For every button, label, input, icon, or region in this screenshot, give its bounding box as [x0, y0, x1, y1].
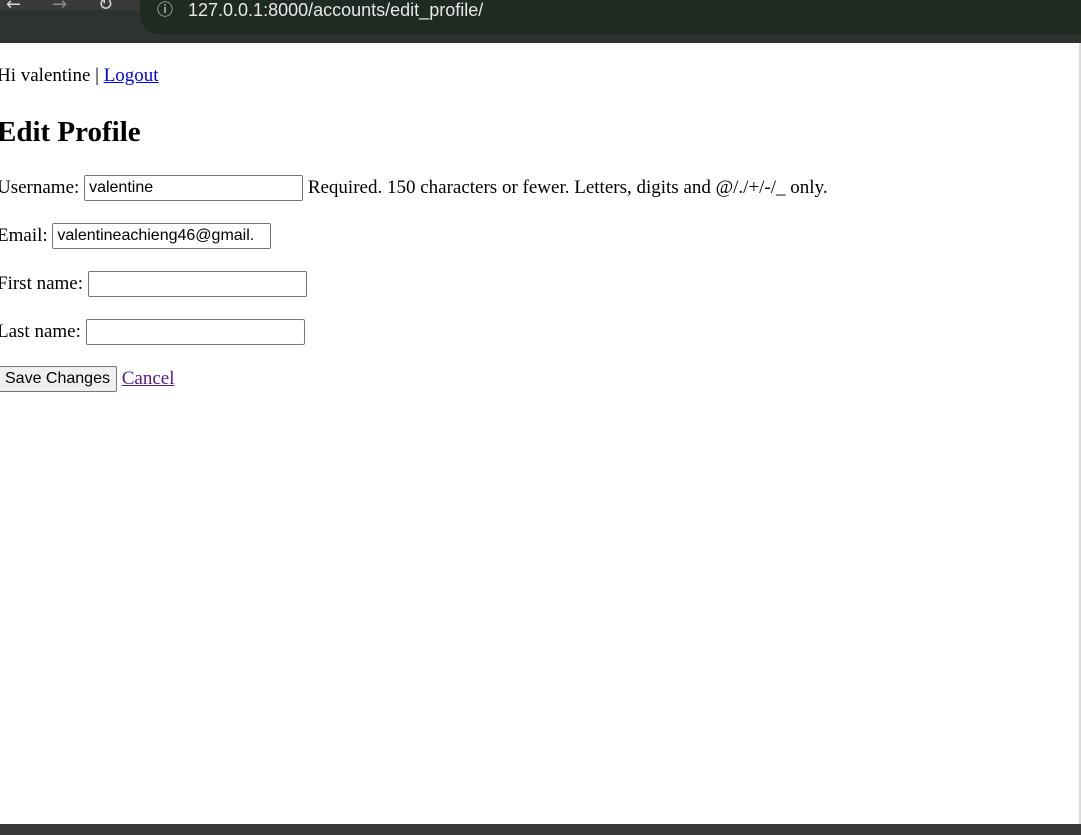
reload-icon[interactable]: ↻ [98, 0, 113, 16]
first-name-label: First name: [0, 273, 84, 294]
username-label: Username: [0, 177, 80, 198]
email-label: Email: [0, 225, 48, 246]
page-content: Hi valentine | Logout Edit Profile Usern… [0, 43, 1081, 824]
email-input[interactable] [52, 223, 272, 249]
email-row: Email: [0, 222, 272, 250]
address-bar[interactable]: ⓘ 127.0.0.1:8000/accounts/edit_profile/ [140, 0, 1081, 34]
username-row: Username: Required. 150 characters or fe… [0, 174, 828, 202]
site-info-icon[interactable]: ⓘ [154, 0, 176, 22]
back-icon[interactable]: ← [6, 0, 21, 16]
last-name-input[interactable] [85, 319, 305, 345]
forward-icon[interactable]: → [52, 0, 67, 16]
last-name-row: Last name: [0, 318, 305, 346]
logout-link[interactable]: Logout [104, 65, 159, 86]
user-greeting: Hi valentine | Logout [0, 65, 159, 87]
cancel-link[interactable]: Cancel [122, 368, 175, 389]
greeting-text: Hi valentine | [0, 65, 99, 86]
last-name-label: Last name: [0, 321, 81, 342]
taskbar-strip [0, 824, 1081, 835]
form-actions: Save Changes Cancel [0, 365, 174, 393]
first-name-row: First name: [0, 270, 307, 298]
first-name-input[interactable] [87, 271, 307, 297]
username-help-text: Required. 150 characters or fewer. Lette… [307, 177, 828, 198]
username-input[interactable] [84, 175, 304, 201]
page-title: Edit Profile [0, 116, 141, 148]
save-changes-button[interactable]: Save Changes [0, 366, 117, 392]
url-text[interactable]: 127.0.0.1:8000/accounts/edit_profile/ [188, 0, 483, 21]
browser-toolbar: ← → ↻ ⓘ 127.0.0.1:8000/accounts/edit_pro… [0, 0, 1081, 43]
